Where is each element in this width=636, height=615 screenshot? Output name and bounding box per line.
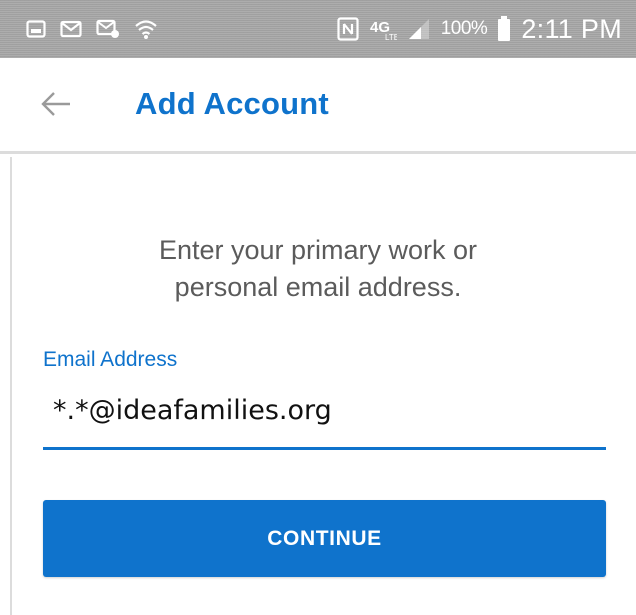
continue-button[interactable]: CONTINUE bbox=[43, 500, 606, 577]
app-header: Add Account bbox=[0, 58, 636, 154]
gallery-icon bbox=[26, 20, 46, 38]
email-icon bbox=[96, 19, 120, 39]
status-bar-right: 4G LTE 100% 2:11 PM bbox=[337, 14, 636, 45]
back-button[interactable] bbox=[36, 88, 76, 124]
email-field[interactable] bbox=[43, 388, 606, 450]
page-title: Add Account bbox=[135, 86, 329, 121]
battery-percent: 100% bbox=[440, 18, 488, 39]
status-bar: 4G LTE 100% 2:11 PM bbox=[0, 0, 636, 58]
status-bar-left bbox=[0, 18, 158, 40]
left-edge-divider bbox=[10, 157, 12, 615]
arrow-left-icon bbox=[40, 91, 72, 122]
svg-text:LTE: LTE bbox=[385, 33, 397, 41]
4g-lte-icon: 4G LTE bbox=[369, 17, 397, 41]
email-field-label: Email Address bbox=[43, 348, 178, 371]
nfc-icon bbox=[337, 17, 359, 41]
wifi-icon bbox=[134, 18, 158, 40]
instruction-line-2: personal email address. bbox=[174, 272, 462, 302]
gmail-icon bbox=[60, 20, 82, 38]
instruction-text: Enter your primary work or personal emai… bbox=[0, 232, 636, 306]
instruction-line-1: Enter your primary work or bbox=[158, 235, 478, 265]
signal-icon bbox=[407, 18, 431, 40]
clock: 2:11 PM bbox=[521, 13, 622, 44]
battery-icon bbox=[497, 16, 511, 42]
